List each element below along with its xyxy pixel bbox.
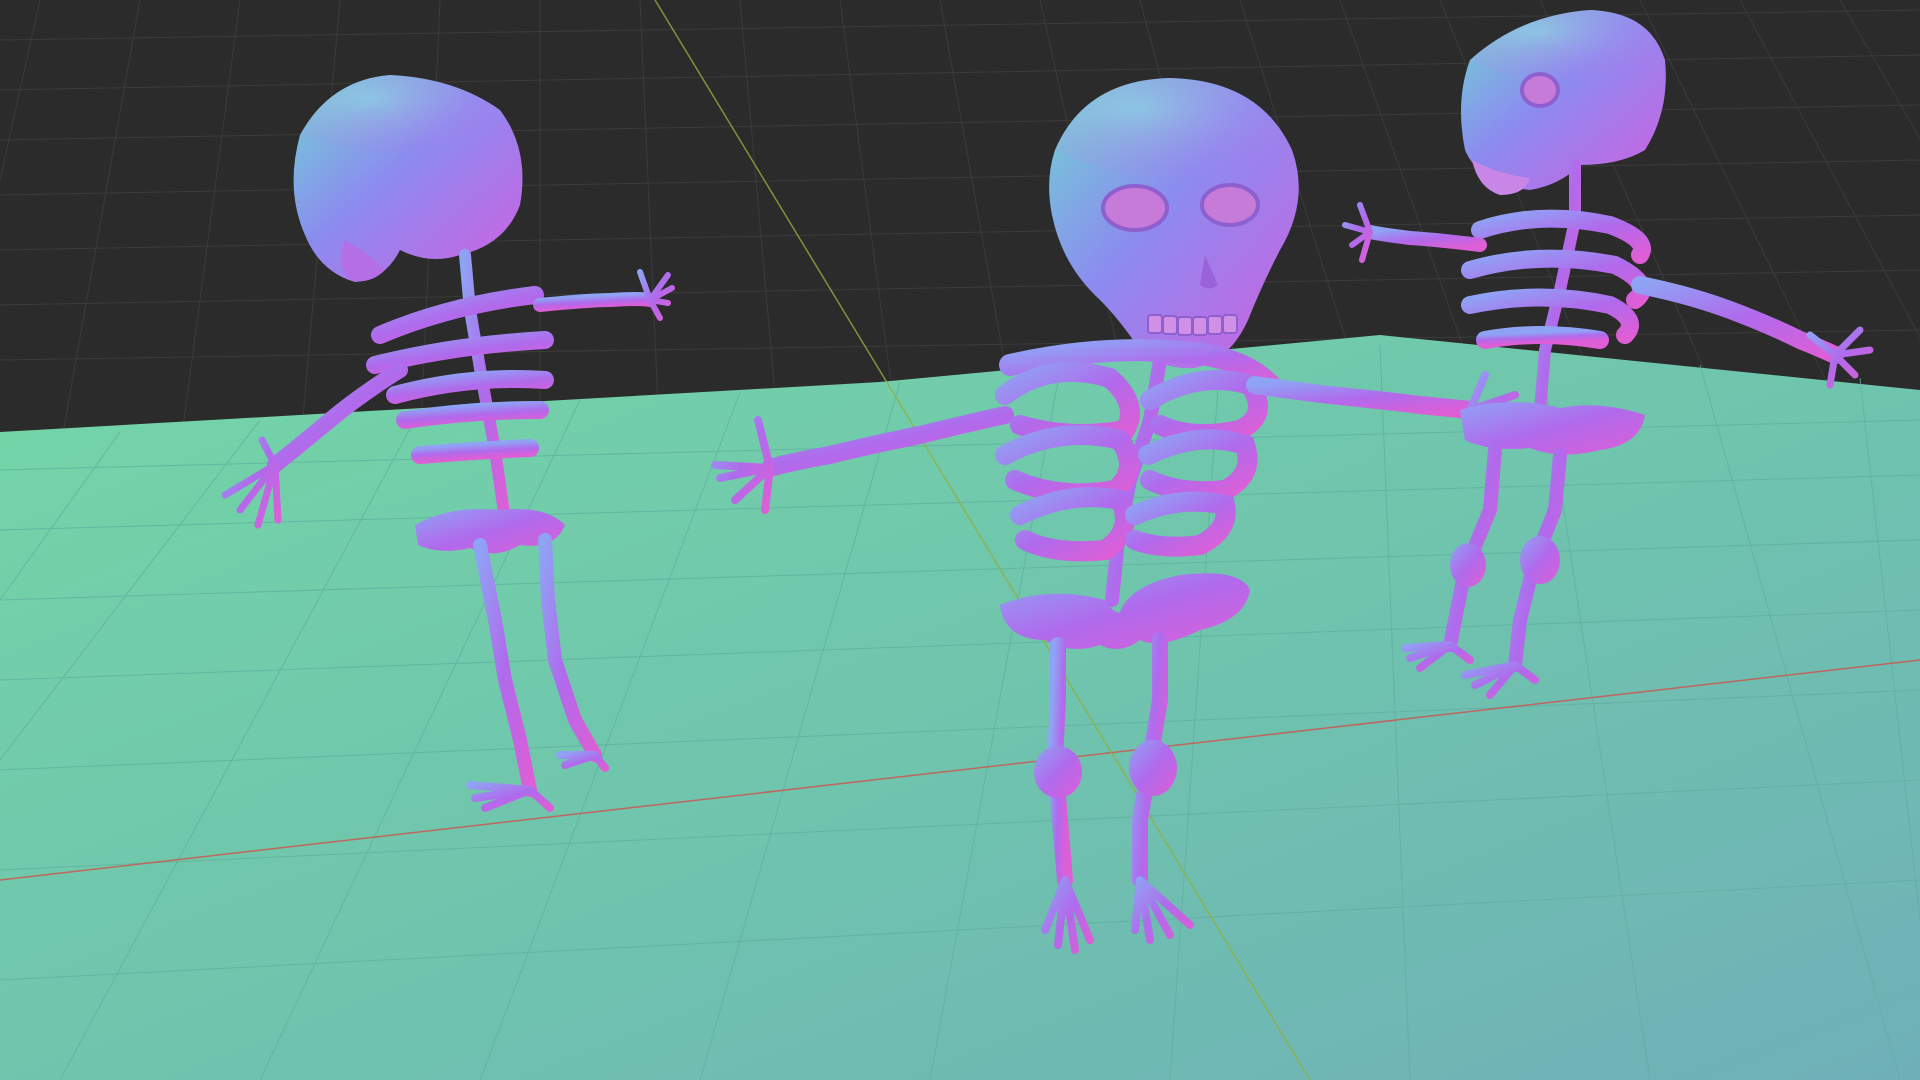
skeleton-center-eye-left <box>1101 184 1169 232</box>
skeleton-left-arm-right <box>533 292 657 312</box>
skeleton-center-eye-right <box>1200 183 1260 227</box>
skeleton-right-eye <box>1520 72 1560 108</box>
3d-viewport[interactable] <box>0 0 1920 1080</box>
viewport-scene[interactable] <box>0 0 1920 1080</box>
skeleton-center-teeth <box>1147 314 1238 336</box>
